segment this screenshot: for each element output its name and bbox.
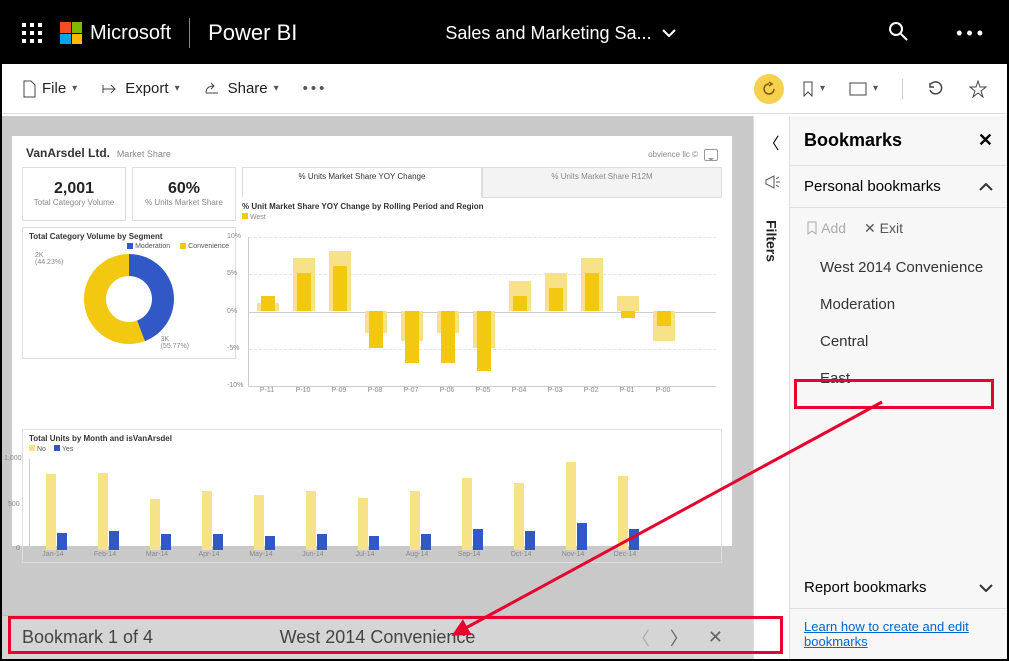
separator [902,79,903,99]
share-menu[interactable]: Share ▾ [198,76,285,101]
chevron-down-icon [979,584,993,592]
view-dropdown[interactable]: ▾ [843,78,884,100]
report-subtitle: Market Share [117,149,171,159]
export-label: Export [125,80,168,97]
bookmark-item[interactable]: Central [790,323,1007,360]
more-icon[interactable]: ••• [956,23,987,44]
bookmark-item[interactable]: East [790,360,1007,397]
add-bookmark-button: Add [806,220,846,237]
view-icon [849,82,867,96]
kpi-label: Total Category Volume [34,198,115,207]
kpi-label: % Units Market Share [145,198,223,207]
microsoft-label: Microsoft [90,22,171,45]
kpi-total-volume[interactable]: 2,001 Total Category Volume [22,167,126,221]
microsoft-logo: Microsoft [60,22,171,45]
report-page: VanArsdel Ltd. Market Share obvience llc… [12,136,732,546]
bar-chart-title: % Unit Market Share YOY Change by Rollin… [242,202,722,211]
global-header: Microsoft Power BI Sales and Marketing S… [2,2,1007,64]
bookmark-dropdown[interactable]: ▾ [796,77,831,101]
close-pane-button[interactable]: ✕ [978,130,993,151]
expand-left-icon[interactable]: 〈 [763,130,779,154]
chevron-down-icon: ▾ [175,83,180,94]
report-bookmarks-section[interactable]: Report bookmarks [790,567,1007,609]
refresh-button[interactable] [921,76,951,102]
refresh-icon [927,80,945,98]
bookmark-item[interactable]: West 2014 Convenience [790,249,1007,286]
microsoft-logo-icon [60,22,82,44]
personal-bookmarks-section[interactable]: Personal bookmarks [790,166,1007,208]
kpi-value: 2,001 [54,180,94,198]
filters-label[interactable]: Filters [764,220,780,262]
report-bookmarks-label: Report bookmarks [804,579,927,596]
kpi-value: 60% [168,180,200,198]
bookmark-next-button[interactable]: 〉 [660,625,698,651]
report-switcher[interactable]: Sales and Marketing Sa... [445,23,675,44]
units-title: Total Units by Month and isVanArsdel [29,434,715,443]
bookmark-icon [802,81,814,97]
bookmark-close-button[interactable]: ✕ [698,627,733,648]
units-bar-chart[interactable]: Total Units by Month and isVanArsdel No … [22,429,722,563]
filters-rail: 〈 Filters [753,116,789,659]
command-bar: File ▾ Export ▾ Share ▾ ••• ▾ ▾ [2,64,1007,114]
share-label: Share [228,80,268,97]
product-brand: Power BI [208,20,297,46]
app-launcher-icon[interactable] [22,23,42,43]
chevron-down-icon: ▾ [873,83,878,94]
more-options[interactable]: ••• [297,76,334,101]
bookmarks-pane: Bookmarks ✕ Personal bookmarks Add ✕ Exi… [789,116,1007,659]
chart-tabs: % Units Market Share YOY Change % Units … [242,167,722,198]
bookmark-nav-bar: Bookmark 1 of 4 West 2014 Convenience 〈 … [2,615,753,659]
legend-no: No [37,446,46,453]
tab-r12m[interactable]: % Units Market Share R12M [482,167,722,198]
donut-slice-label-a: 2K (44.23%) [35,252,63,266]
learn-bookmarks-link[interactable]: Learn how to create and edit bookmarks [790,609,1007,659]
bookmarks-title: Bookmarks [804,130,902,151]
search-icon[interactable] [888,21,908,46]
report-canvas-area: VanArsdel Ltd. Market Share obvience llc… [2,116,753,659]
megaphone-icon[interactable] [764,174,780,190]
report-credit: obvience llc © [648,150,698,159]
file-icon [22,80,36,98]
chevron-down-icon: ▾ [274,83,279,94]
bookmark-item[interactable]: Moderation [790,286,1007,323]
bookmark-add-icon [806,221,818,235]
kpi-market-share[interactable]: 60% % Units Market Share [132,167,236,221]
chevron-down-icon [662,29,676,37]
personal-bookmarks-label: Personal bookmarks [804,178,941,195]
legend-yes: Yes [62,446,73,453]
donut-chart[interactable]: Total Category Volume by Segment Moderat… [22,227,236,359]
share-icon [204,82,222,96]
chevron-up-icon [979,183,993,191]
bookmark-counter: Bookmark 1 of 4 [22,627,153,648]
bookmark-prev-button[interactable]: 〈 [622,625,660,651]
legend-convenience: Convenience [188,243,229,250]
reset-icon [761,81,777,97]
report-company: VanArsdel Ltd. [26,146,110,160]
report-name: Sales and Marketing Sa... [445,23,651,44]
file-label: File [42,80,66,97]
export-icon [101,82,119,96]
yoy-bar-chart[interactable]: 10% 5% 0% -5% -10% P-11P-10P-09P-08P-07P… [242,227,722,423]
export-menu[interactable]: Export ▾ [95,76,185,101]
star-icon [969,80,987,98]
reset-button[interactable] [754,74,784,104]
file-menu[interactable]: File ▾ [16,76,83,102]
favorite-button[interactable] [963,76,993,102]
chevron-down-icon: ▾ [72,83,77,94]
comment-icon[interactable] [704,149,718,161]
donut-slice-label-b: 3K (55.77%) [161,336,189,350]
exit-bookmarks-button[interactable]: ✕ Exit [864,220,903,237]
donut-title: Total Category Volume by Segment [29,232,229,241]
bar-legend: West [250,214,266,221]
chevron-down-icon: ▾ [820,83,825,94]
bookmark-current: West 2014 Convenience [280,627,476,648]
tab-yoy-change[interactable]: % Units Market Share YOY Change [242,167,482,198]
separator [189,18,190,48]
legend-moderation: Moderation [135,243,170,250]
donut-ring [84,254,174,344]
